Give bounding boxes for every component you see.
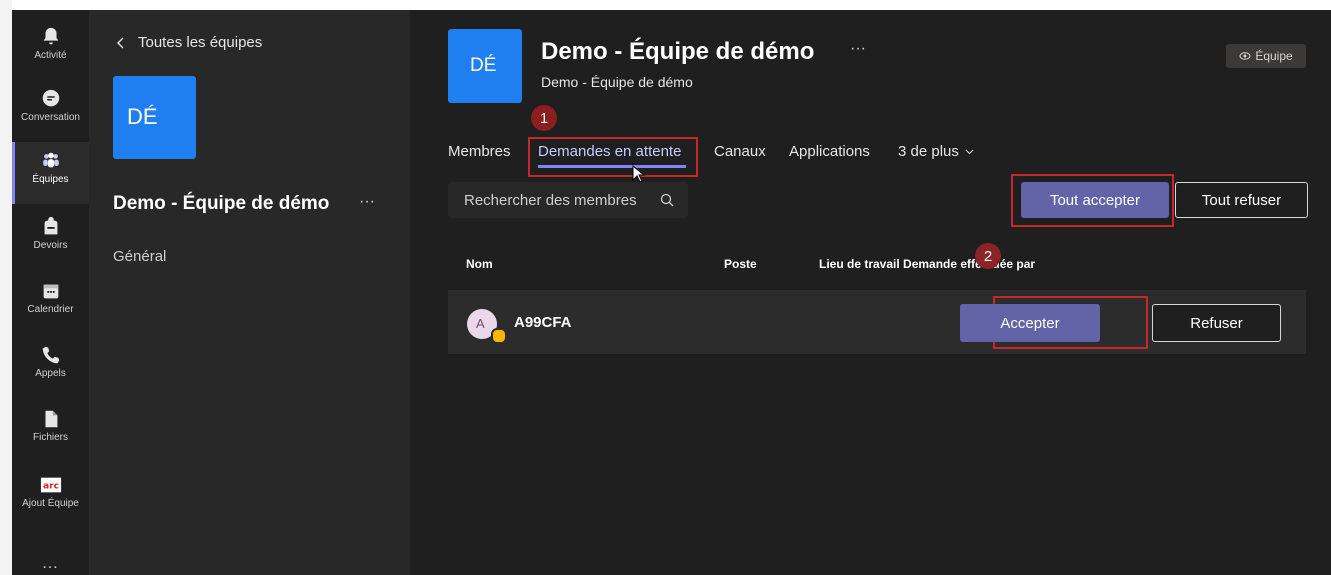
reject-request-button[interactable]: Refuser — [1152, 304, 1281, 342]
team-more-options-button[interactable]: ··· — [359, 193, 375, 211]
rail-item-label: Ajout Équipe — [22, 498, 79, 509]
rail-item-activity[interactable]: Activité — [12, 18, 89, 80]
window-top-edge — [12, 0, 1331, 10]
calendar-icon — [43, 284, 58, 299]
rail-item-label: Devoirs — [33, 240, 68, 251]
file-icon — [45, 410, 57, 428]
background-window-edge — [0, 0, 12, 575]
chevron-left-icon — [117, 37, 124, 48]
rail-more-button[interactable]: ... — [12, 555, 89, 573]
app-rail: Activité Conversation Équipes Devoirs Ca… — [12, 10, 89, 575]
table-header: Nom Poste Lieu de travail Demande effect… — [448, 249, 1306, 277]
avatar-initial: A — [476, 316, 485, 331]
team-type-badge[interactable]: Équipe — [1226, 44, 1306, 68]
rail-item-assignments[interactable]: Devoirs — [12, 208, 89, 270]
step-marker-1: 1 — [531, 105, 557, 131]
back-link-label: Toutes les équipes — [138, 34, 263, 51]
rail-item-label: Conversation — [21, 112, 80, 123]
team-name: Demo - Équipe de démo — [113, 193, 330, 214]
rail-item-conversation[interactable]: Conversation — [12, 80, 89, 142]
search-members-field[interactable] — [448, 182, 688, 218]
phone-icon — [42, 346, 59, 364]
mouse-cursor-icon — [632, 165, 646, 183]
tab-more-label: 3 de plus — [898, 143, 959, 160]
tab-members[interactable]: Membres — [448, 143, 511, 160]
tab-highlight-box — [528, 137, 698, 177]
tab-more[interactable]: 3 de plus — [898, 143, 974, 160]
chevron-down-icon — [965, 149, 974, 154]
back-to-all-teams-link[interactable]: Toutes les équipes — [116, 34, 262, 51]
rail-item-label: Calendrier — [27, 304, 74, 315]
search-icon[interactable] — [660, 193, 674, 207]
tab-apps[interactable]: Applications — [789, 143, 870, 160]
page-title: Demo - Équipe de démo — [541, 38, 815, 65]
rail-item-label: Activité — [34, 50, 67, 61]
rail-item-teams[interactable]: Équipes — [12, 142, 89, 204]
arc-logo-icon: arc — [40, 477, 61, 493]
rail-item-label: Équipes — [32, 174, 69, 185]
page-subtitle: Demo - Équipe de démo — [541, 74, 693, 90]
pending-status-badge — [491, 328, 507, 344]
team-avatar-initials: DÉ — [127, 104, 158, 129]
rail-item-files[interactable]: Fichiers — [12, 400, 89, 462]
team-panel: Toutes les équipes DÉ Demo - Équipe de d… — [89, 10, 410, 575]
header-team-avatar: DÉ — [448, 29, 522, 103]
bell-icon — [43, 27, 58, 45]
title-more-options-button[interactable]: ··· — [850, 40, 866, 58]
tab-channels[interactable]: Canaux — [714, 143, 766, 160]
channel-general[interactable]: Général — [113, 248, 166, 265]
reject-all-button[interactable]: Tout refuser — [1175, 182, 1308, 218]
column-header-position[interactable]: Poste — [724, 257, 757, 271]
header-avatar-initials: DÉ — [470, 55, 497, 76]
column-header-location-requested-by[interactable]: Lieu de travail Demande effectuée par — [819, 257, 1035, 271]
column-header-name[interactable]: Nom — [466, 257, 493, 271]
team-avatar: DÉ — [113, 76, 196, 159]
rail-item-label: Fichiers — [32, 432, 68, 443]
team-badge-label: Équipe — [1255, 49, 1293, 63]
accept-all-button[interactable]: Tout accepter — [1021, 182, 1169, 218]
search-input[interactable] — [462, 190, 656, 210]
rail-item-calendar[interactable]: Calendrier — [12, 272, 89, 334]
requester-name: A99CFA — [514, 314, 572, 331]
step-marker-2: 2 — [975, 243, 1001, 269]
main-content: DÉ Demo - Équipe de démo ··· Demo - Équi… — [410, 10, 1331, 575]
teams-icon — [42, 152, 59, 168]
chat-icon — [42, 89, 59, 107]
rail-item-calls[interactable]: Appels — [12, 336, 89, 398]
rail-item-label: Appels — [35, 368, 66, 379]
backpack-icon — [44, 216, 57, 235]
svg-text:arc: arc — [42, 481, 58, 492]
accept-request-button[interactable]: Accepter — [960, 304, 1100, 342]
eye-icon — [1239, 52, 1251, 60]
rail-item-add-team[interactable]: arc Ajout Équipe — [12, 466, 89, 528]
